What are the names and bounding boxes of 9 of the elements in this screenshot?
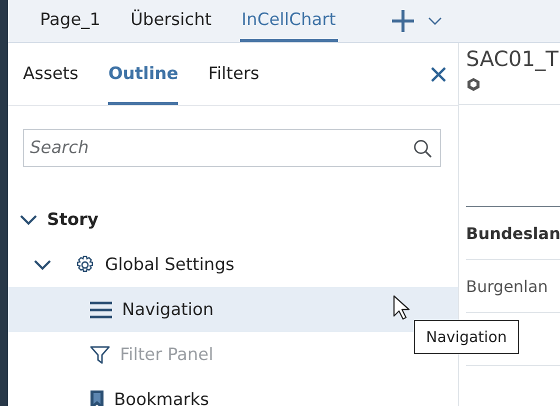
table-cell: Burgenlan — [466, 260, 560, 313]
column-header: Bundeslan — [466, 207, 560, 260]
tree-item-label: Global Settings — [105, 254, 234, 274]
widget-title: SAC01_T — [466, 47, 558, 71]
tooltip: Navigation — [414, 320, 519, 354]
tree-item-label: Bookmarks — [114, 390, 209, 406]
tree-item-label: Navigation — [122, 300, 214, 320]
tree-item-label: Filter Panel — [120, 344, 214, 364]
tree-item-label: Story — [47, 210, 99, 230]
